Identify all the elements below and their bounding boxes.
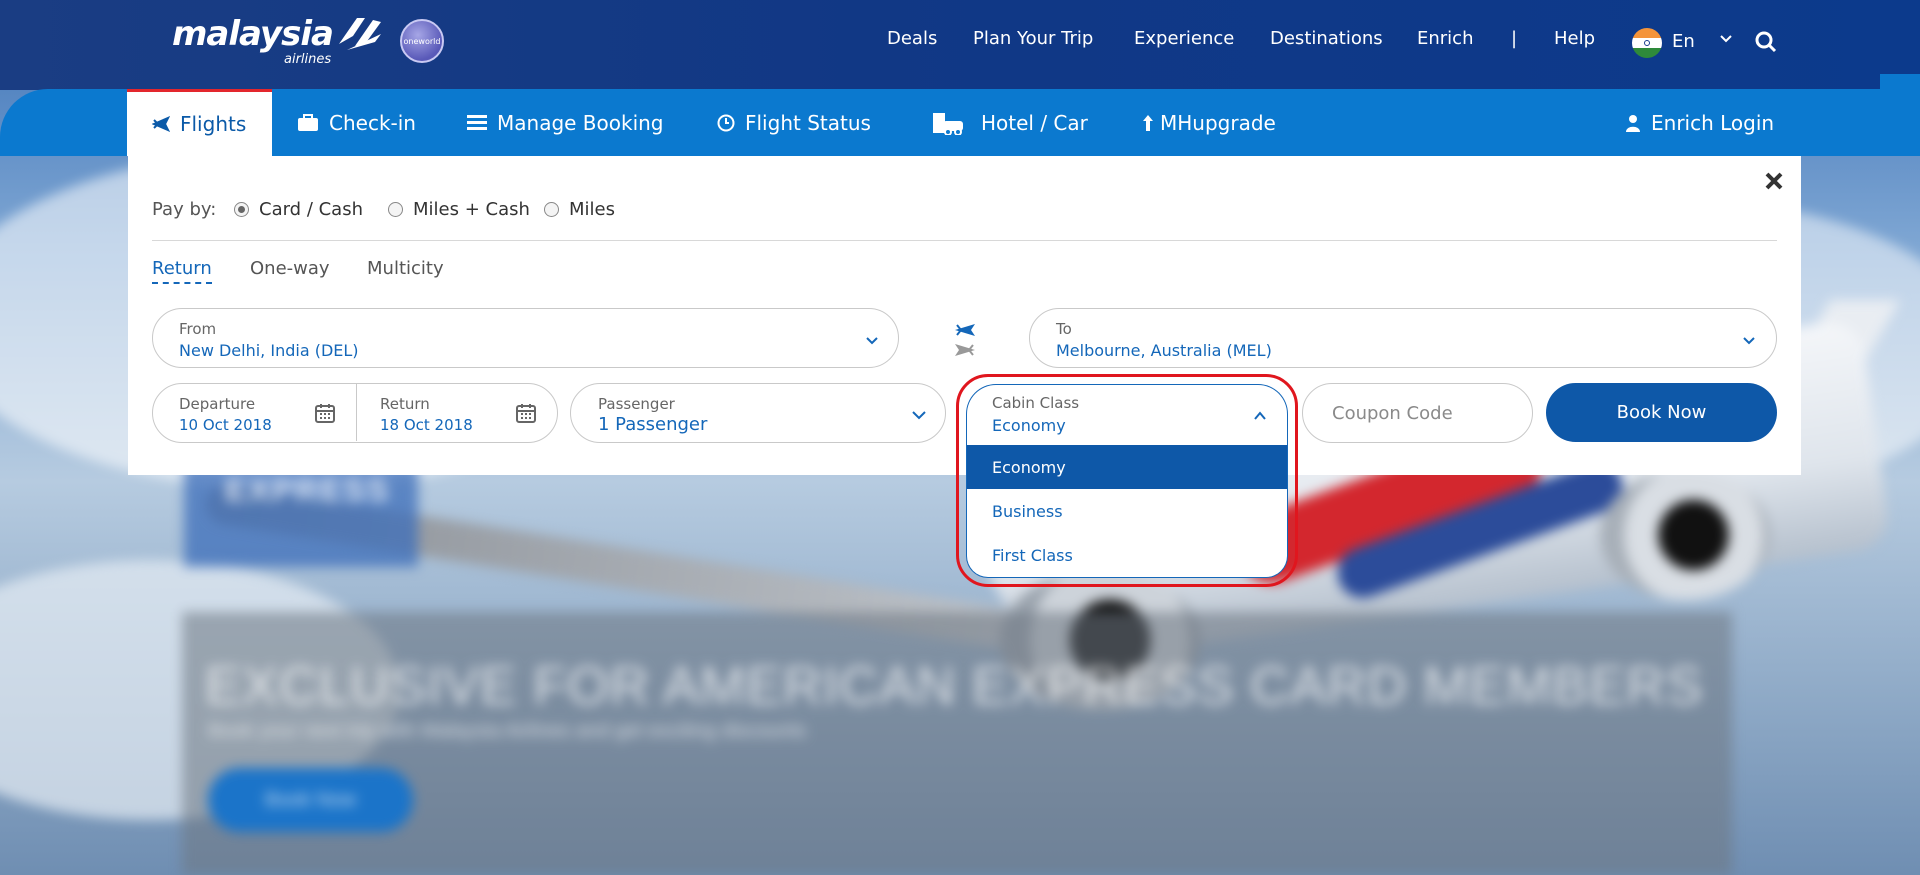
radio-button[interactable] [388,202,403,217]
kite-bird-icon [338,18,381,50]
tab-hotel-car[interactable]: Hotel / Car [931,89,1088,156]
divider [152,240,1777,241]
enrich-login-label: Enrich Login [1651,110,1775,135]
promo-subtitle: Book your next trip with Malaysia Airlin… [208,720,807,742]
nav-separator: | [1511,28,1518,49]
site-header: malaysia airlines oneworld Deals Plan Yo… [0,0,1920,90]
tab-check-in[interactable]: Check-in [297,89,416,156]
india-flag-icon[interactable] [1632,28,1662,58]
departure-field[interactable]: Departure 10 Oct 2018 [153,384,356,442]
tab-label: Flight Status [745,110,871,135]
departure-label: Departure [179,395,256,413]
promo-title: EXCLUSIVE FOR AMERICAN EXPRESS CARD MEMB… [205,656,1704,716]
trip-type-one-way[interactable]: One-way [250,258,330,279]
swap-planes-icon[interactable] [953,318,977,358]
hotel-car-icon [933,112,963,135]
nav-plan-your-trip[interactable]: Plan Your Trip [973,28,1093,49]
pay-by-label: Pay by: [152,199,217,220]
from-value: New Delhi, India (DEL) [179,341,359,360]
trip-type-return[interactable]: Return [152,258,212,284]
from-label: From [179,320,217,338]
logo-subtext: airlines [284,52,332,67]
language-selector[interactable]: En [1672,31,1695,52]
list-icon [467,114,487,130]
chevron-down-icon[interactable] [911,407,927,423]
nav-help[interactable]: Help [1554,28,1595,49]
nav-destinations[interactable]: Destinations [1270,28,1383,49]
passenger-field[interactable]: Passenger 1 Passenger [570,383,946,443]
calendar-icon[interactable] [516,403,536,423]
passenger-label: Passenger [598,395,675,413]
user-icon [1626,114,1640,132]
briefcase-icon [298,113,318,131]
calendar-icon[interactable] [315,403,335,423]
highlight-annotation [956,374,1298,587]
tab-flights[interactable]: Flights [127,89,272,156]
promo-book-now-button[interactable]: Book Now [208,768,413,832]
tab-label: Manage Booking [497,110,664,135]
radio-label: Miles + Cash [413,199,530,220]
radio-button-checked[interactable] [234,202,249,217]
from-field[interactable]: From New Delhi, India (DEL) [152,308,899,368]
to-value: Melbourne, Australia (MEL) [1056,341,1272,360]
nav-deals[interactable]: Deals [887,28,937,49]
departure-value: 10 Oct 2018 [179,416,272,434]
return-label: Return [380,395,430,413]
nav-enrich[interactable]: Enrich [1417,28,1474,49]
clock-icon [717,114,735,131]
chevron-down-icon[interactable] [1742,333,1756,347]
tab-label: Hotel / Car [981,110,1088,135]
close-icon[interactable] [1763,170,1785,192]
tab-mhupgrade[interactable]: MHupgrade [1142,89,1276,156]
malaysia-airlines-logo[interactable]: malaysia airlines [172,14,385,67]
amex-badge: EXPRESS [225,472,391,508]
chevron-down-icon[interactable] [865,333,879,347]
tab-flight-status[interactable]: Flight Status [717,89,871,156]
dates-field: Departure 10 Oct 2018 Return 18 Oct 2018 [152,383,558,443]
to-label: To [1056,320,1072,338]
enrich-login-link[interactable]: Enrich Login [1625,89,1774,156]
tab-label: Flights [180,112,247,136]
arrow-up-icon [1143,114,1153,131]
tab-manage-booking[interactable]: Manage Booking [467,89,664,156]
return-date-field[interactable]: Return 18 Oct 2018 [356,384,559,442]
passenger-value: 1 Passenger [598,414,708,435]
to-field[interactable]: To Melbourne, Australia (MEL) [1029,308,1777,368]
tab-label: MHupgrade [1160,110,1276,135]
radio-button[interactable] [544,202,559,217]
plane-icon [152,116,170,132]
date-divider [356,384,357,441]
coupon-code-input[interactable] [1303,384,1532,442]
pay-miles-cash-radio[interactable]: Miles + Cash [388,199,530,220]
nav-experience[interactable]: Experience [1134,28,1234,49]
coupon-field[interactable] [1302,383,1533,443]
pay-miles-radio[interactable]: Miles [544,199,615,220]
oneworld-logo: oneworld [400,19,444,63]
return-value: 18 Oct 2018 [380,416,473,434]
chevron-down-icon[interactable] [1718,30,1734,46]
pay-card-cash-radio[interactable]: Card / Cash [234,199,363,220]
search-icon[interactable] [1754,30,1778,54]
book-now-button[interactable]: Book Now [1546,383,1777,442]
tab-label: Check-in [329,110,416,135]
logo-text: malaysia [172,14,334,54]
trip-type-multicity[interactable]: Multicity [367,258,444,279]
radio-label: Card / Cash [259,199,364,220]
booking-tabbar: Flights Check-in Manage Booking Flight S… [0,89,1920,156]
radio-label: Miles [569,199,615,220]
